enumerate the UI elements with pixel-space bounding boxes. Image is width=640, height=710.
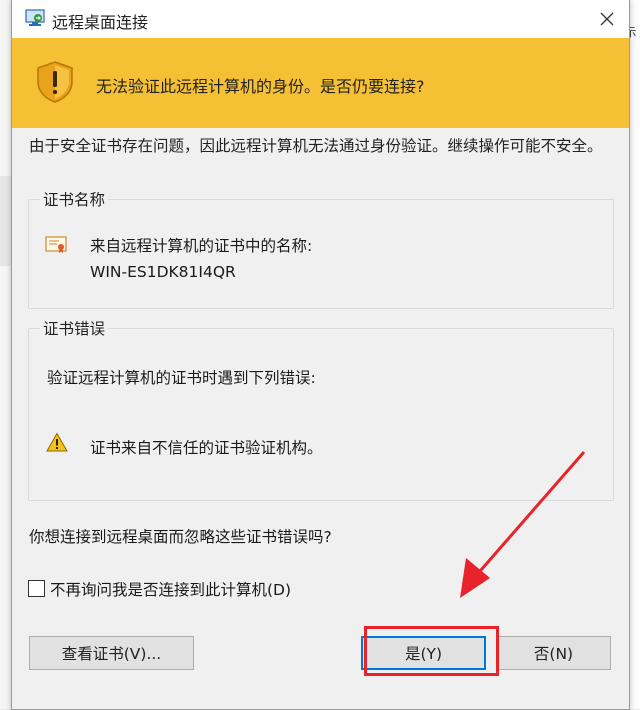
cert-error-item: 证书来自不信任的证书验证机构。: [90, 439, 323, 457]
cert-error-intro: 验证远程计算机的证书时遇到下列错误:: [47, 369, 316, 387]
close-button[interactable]: [585, 0, 629, 38]
intro-text: 由于安全证书存在问题，因此远程计算机无法通过身份验证。继续操作可能不安全。: [29, 137, 603, 155]
warning-banner: 无法验证此远程计算机的身份。是否仍要连接?: [12, 38, 629, 128]
connect-question: 你想连接到远程桌面而忽略这些证书错误吗?: [29, 528, 332, 546]
red-arrow-annotation: [460, 451, 586, 598]
cert-name-group-label: 证书名称: [40, 188, 109, 210]
yes-button-highlight: [364, 626, 499, 676]
no-button[interactable]: 否(N): [496, 636, 611, 670]
title-bar: 远程桌面连接: [12, 0, 629, 38]
banner-message: 无法验证此远程计算机的身份。是否仍要连接?: [96, 77, 425, 96]
window-title: 远程桌面连接: [52, 13, 149, 32]
cert-error-group-label: 证书错误: [40, 317, 109, 339]
warning-icon: [46, 432, 68, 452]
shield-warning-icon: [37, 61, 73, 103]
certificate-icon: [45, 236, 67, 253]
cert-name-value: WIN-ES1DK81I4QR: [90, 263, 236, 281]
remote-desktop-security-dialog: 远程桌面连接 无法验证此远程计算机的身份。是否仍要连接? 由于安全证书存在问题，…: [11, 0, 630, 710]
close-icon: [600, 12, 614, 26]
dont-ask-checkbox[interactable]: [28, 580, 45, 597]
remote-desktop-icon: [25, 9, 45, 26]
cert-name-label: 来自远程计算机的证书中的名称:: [90, 237, 313, 255]
dont-ask-label[interactable]: 不再询问我是否连接到此计算机(D): [50, 578, 291, 600]
view-certificate-button[interactable]: 查看证书(V)...: [29, 636, 194, 670]
